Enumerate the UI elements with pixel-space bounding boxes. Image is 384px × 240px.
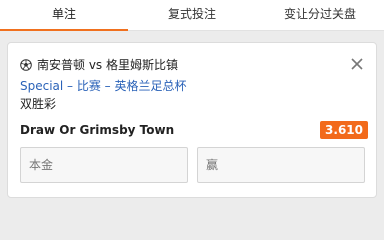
market-label: Special – 比赛 – 英格兰足总杯 bbox=[20, 79, 187, 93]
bet-type-label: 双胜彩 bbox=[20, 97, 57, 111]
event-title: 南安普顿 vs 格里姆斯比镇 bbox=[37, 58, 178, 72]
event-row: 南安普顿 vs 格里姆斯比镇 bbox=[20, 56, 178, 73]
selection-label: Draw Or Grimsby Town bbox=[20, 123, 175, 137]
bet-slip-tabs: 单注 复式投注 变让分过关盘 bbox=[0, 0, 384, 31]
tab-teaser-parlay[interactable]: 变让分过关盘 bbox=[256, 0, 384, 30]
tab-multiple[interactable]: 复式投注 bbox=[128, 0, 256, 30]
win-input[interactable] bbox=[197, 147, 365, 183]
tab-single[interactable]: 单注 bbox=[0, 0, 128, 31]
soccer-ball-icon bbox=[20, 58, 32, 71]
close-icon[interactable] bbox=[350, 57, 364, 71]
bet-card: 南安普顿 vs 格里姆斯比镇 Special – 比赛 – 英格兰足总杯 双胜彩… bbox=[7, 42, 377, 198]
odds-badge: 3.610 bbox=[320, 121, 368, 139]
stake-input[interactable] bbox=[20, 147, 188, 183]
